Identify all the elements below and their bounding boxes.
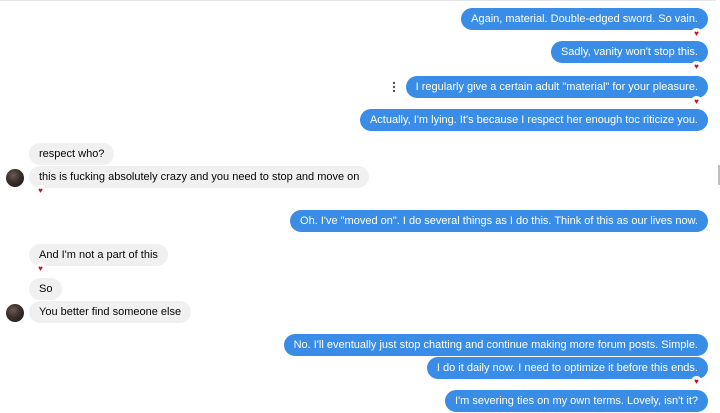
heart-reaction-icon[interactable]: ♥ [691,28,702,39]
outgoing-message[interactable]: Oh. I've "moved on". I do several things… [290,210,708,232]
avatar[interactable] [6,304,24,322]
heart-reaction-icon[interactable]: ♥ [691,61,702,72]
avatar[interactable] [6,169,24,187]
heart-reaction-icon[interactable]: ♥ [691,96,702,107]
outgoing-message[interactable]: Again, material. Double-edged sword. So … [461,8,708,30]
incoming-message[interactable]: You better find someone else [29,301,192,323]
heart-reaction-icon[interactable]: ♥ [35,185,46,196]
incoming-message[interactable]: this is fucking absolutely crazy and you… [29,166,370,188]
outgoing-message[interactable]: Actually, I'm lying. It's because I resp… [359,109,708,131]
heart-reaction-icon[interactable]: ♥ [691,376,702,387]
chat-thread: Again, material. Double-edged sword. So … [0,0,720,413]
outgoing-message[interactable]: I regularly give a certain adult "materi… [405,76,708,98]
incoming-message[interactable]: So [29,278,63,300]
divider [0,0,716,1]
outgoing-message[interactable]: I'm severing ties on my own terms. Lovel… [444,390,708,412]
outgoing-message[interactable]: No. I'll eventually just stop chatting a… [283,334,708,356]
outgoing-message[interactable]: Sadly, vanity won't stop this. [550,41,708,63]
incoming-message[interactable]: And I'm not a part of this [29,244,168,266]
more-options-icon[interactable] [388,80,400,94]
incoming-message[interactable]: respect who? [29,143,115,165]
outgoing-message[interactable]: I do it daily now. I need to optimize it… [426,357,708,379]
heart-reaction-icon[interactable]: ♥ [35,263,46,274]
